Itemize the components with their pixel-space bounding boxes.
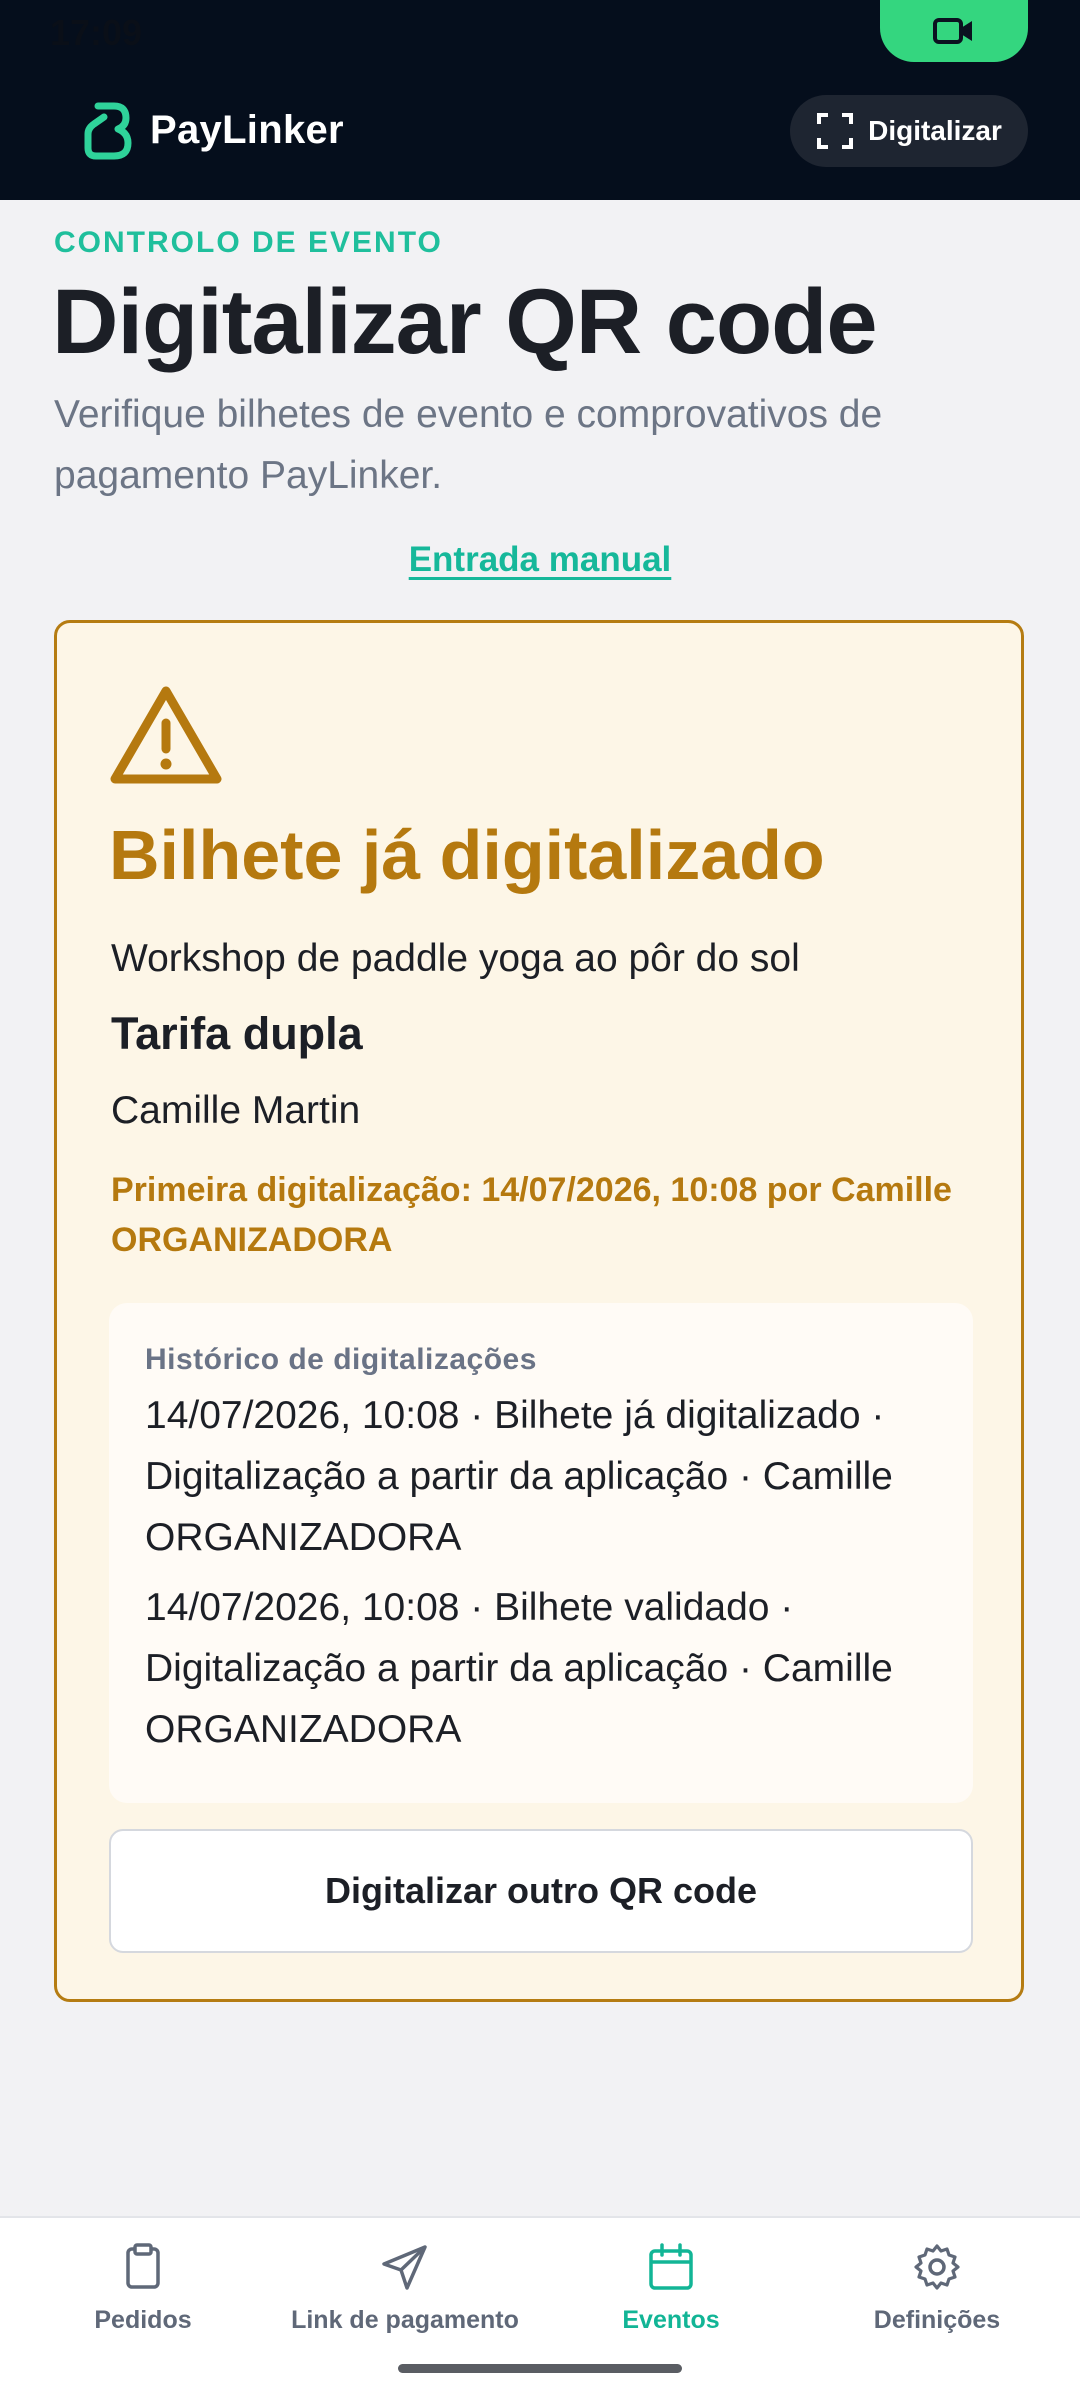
warning-icon [110,686,222,784]
scan-result-card: Bilhete já digitalizado Workshop de padd… [54,620,1024,2002]
scan-another-button[interactable]: Digitalizar outro QR code [109,1829,973,1953]
nav-label: Pedidos [94,2306,192,2334]
send-icon [382,2245,427,2290]
ticket-holder: Camille Martin [111,1089,361,1132]
paylinker-logo-icon [84,102,132,160]
history-entry: 14/07/2026, 10:08 · Bilhete já digitaliz… [145,1394,893,1559]
header-scan-label: Digitalizar [868,115,1002,146]
status-time: 17:09 [50,12,143,53]
screen-recording-indicator[interactable] [880,0,1028,62]
gear-icon [914,2244,960,2290]
header-scan-button[interactable]: Digitalizar [790,95,1028,167]
nav-item-payment-link[interactable]: Link de pagamento [270,2242,540,2352]
page-subtitle: Verifique bilhetes de evento e comprovat… [54,393,883,497]
nav-label: Eventos [622,2306,720,2334]
home-indicator[interactable] [398,2364,682,2373]
nav-label: Definições [873,2306,1001,2334]
history-entry: 14/07/2026, 10:08 · Bilhete validado · D… [145,1586,893,1751]
scan-history: Histórico de digitalizações 14/07/2026, … [109,1303,973,1803]
nav-item-pedidos[interactable]: Pedidos [8,2242,278,2352]
app-header: 17:09 PayLinker Digitalizar [0,0,1080,200]
brand-name: PayLinker [150,107,344,152]
page-title: Digitalizar QR code [52,271,877,373]
nav-label: Link de pagamento [291,2306,519,2334]
manual-entry-link[interactable]: Entrada manual [0,540,1080,580]
video-camera-icon [933,18,972,44]
scan-frame-icon [817,113,854,149]
section-eyebrow: CONTROLO DE EVENTO [54,226,443,259]
scan-history-title: Histórico de digitalizações [145,1343,537,1376]
result-title: Bilhete já digitalizado [109,816,825,894]
calendar-icon [649,2243,693,2290]
bottom-navigation: Pedidos Link de pagamento Eventos Defini… [0,2216,1080,2402]
clipboard-icon [126,2243,160,2289]
first-scan-info: Primeira digitalização: 14/07/2026, 10:0… [111,1171,952,1259]
nav-item-eventos[interactable]: Eventos [536,2242,806,2352]
ticket-type: Tarifa dupla [111,1008,363,1059]
nav-item-definicoes[interactable]: Definições [802,2242,1072,2352]
event-name: Workshop de paddle yoga ao pôr do sol [111,937,800,980]
brand-logo[interactable]: PayLinker [82,100,344,160]
